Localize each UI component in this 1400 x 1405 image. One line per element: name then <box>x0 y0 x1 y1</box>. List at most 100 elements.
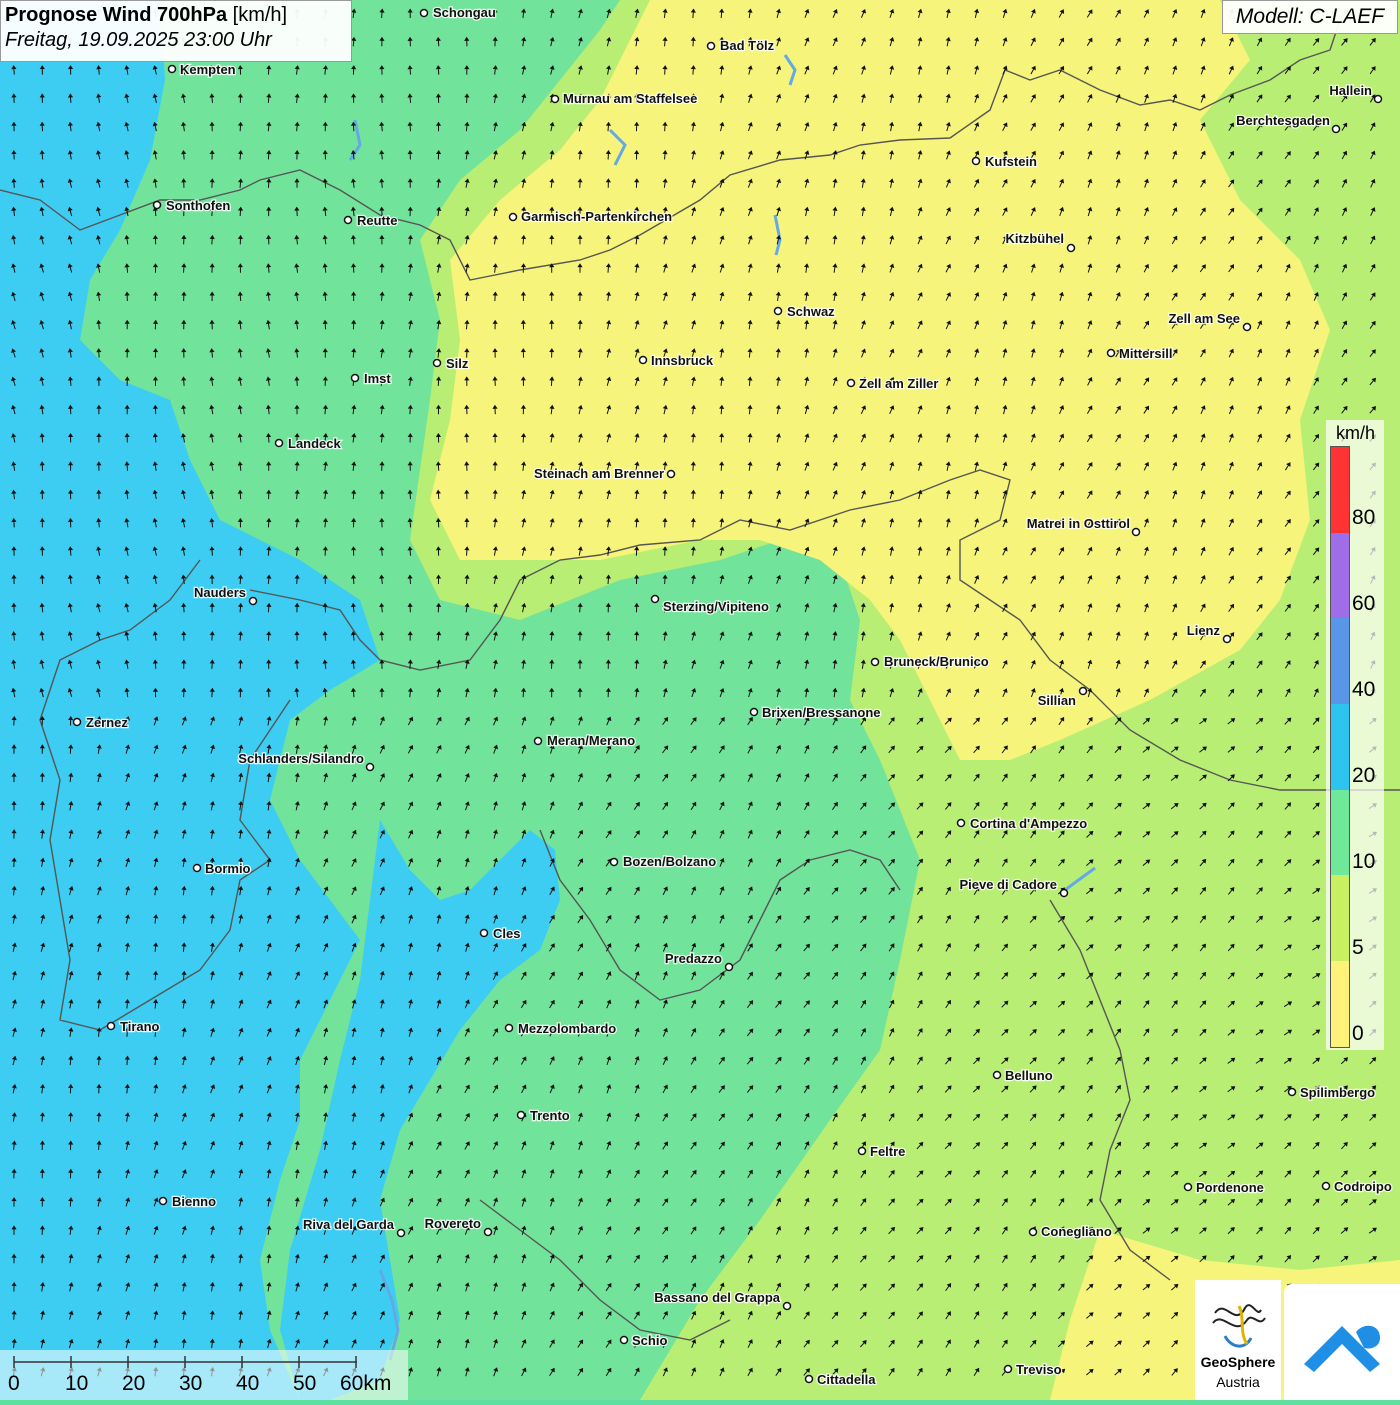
scale-label: 60km <box>340 1372 391 1396</box>
legend-color-bar <box>1330 446 1350 1048</box>
city-marker: Zell am Ziller <box>848 376 939 391</box>
city-label: Meran/Merano <box>547 733 635 748</box>
legend-tick-label: 20 <box>1352 764 1375 788</box>
city-marker: Bruneck/Brunico <box>872 654 989 669</box>
city-label: Berchtesgaden <box>1236 113 1330 128</box>
city-label: Rovereto <box>425 1216 481 1231</box>
city-dot <box>1289 1089 1296 1096</box>
city-dot <box>352 375 359 382</box>
city-dot <box>74 719 81 726</box>
city-dot <box>485 1229 492 1236</box>
city-marker: Innsbruck <box>640 353 714 368</box>
city-dot <box>434 360 441 367</box>
city-label: Pieve di Cadore <box>959 877 1057 892</box>
city-label: Bormio <box>205 861 251 876</box>
city-label: Bienno <box>172 1194 216 1209</box>
city-label: Riva del Garda <box>303 1217 395 1232</box>
city-dot <box>154 202 161 209</box>
city-label: Mezzolombardo <box>518 1021 616 1036</box>
city-label: Treviso <box>1016 1362 1062 1377</box>
city-label: Conegliano <box>1041 1224 1112 1239</box>
city-dot <box>1333 126 1340 133</box>
wind-map[interactable]: Schongau Kempten Bad Tölz Murnau am Staffel… <box>0 0 1400 1400</box>
city-label: Schlanders/Silandro <box>238 751 364 766</box>
city-label: Predazzo <box>665 951 722 966</box>
scale-bar: 0102030405060km <box>0 1350 408 1400</box>
city-label: Codroipo <box>1334 1179 1392 1194</box>
city-marker: Cittadella <box>806 1372 877 1387</box>
city-label: Feltre <box>870 1144 905 1159</box>
city-label: Schwaz <box>787 304 835 319</box>
city-dot <box>784 1303 791 1310</box>
forecast-datetime: Freitag, 19.09.2025 23:00 Uhr <box>5 29 347 52</box>
city-label: Landeck <box>288 436 342 451</box>
city-label: Schongau <box>433 5 496 20</box>
city-dot <box>1323 1183 1330 1190</box>
city-dot <box>108 1023 115 1030</box>
geosphere-logo[interactable]: GeoSphere Austria <box>1195 1280 1281 1400</box>
city-label: Trento <box>530 1108 570 1123</box>
city-label: Imst <box>364 371 391 386</box>
city-dot <box>708 43 715 50</box>
city-marker: Murnau am Staffelsee <box>552 91 698 106</box>
city-marker: Steinach am Brenner <box>534 466 675 481</box>
city-dot <box>611 859 618 866</box>
city-label: Kempten <box>180 62 236 77</box>
city-label: Bassano del Grappa <box>654 1290 780 1305</box>
city-dot <box>668 471 675 478</box>
city-dot <box>345 217 352 224</box>
scale-label: 10 <box>65 1372 88 1396</box>
city-marker: Spilimbergo <box>1289 1085 1376 1100</box>
city-dot <box>751 709 758 716</box>
city-label: Sonthofen <box>166 198 230 213</box>
city-dot <box>1185 1184 1192 1191</box>
city-dot <box>621 1337 628 1344</box>
legend-unit: km/h <box>1336 423 1375 444</box>
city-marker: Bozen/Bolzano <box>611 854 717 869</box>
legend-swatch <box>1331 961 1349 1047</box>
city-dot <box>1030 1229 1037 1236</box>
city-marker: Sterzing/Vipiteno <box>652 596 769 615</box>
city-dot <box>775 308 782 315</box>
scale-label: 50 <box>293 1372 316 1396</box>
city-marker: Brixen/Bressanone <box>751 705 881 720</box>
city-marker: Pordenone <box>1185 1180 1264 1195</box>
city-dot <box>859 1148 866 1155</box>
legend-tick-label: 0 <box>1352 1022 1364 1046</box>
city-dot <box>194 865 201 872</box>
logo-text-geosphere: GeoSphere <box>1195 1354 1281 1370</box>
city-label: Cles <box>493 926 520 941</box>
legend-tick-label: 5 <box>1352 936 1364 960</box>
city-marker: Cortina d'Ampezzo <box>958 816 1088 831</box>
legend-swatch <box>1331 447 1349 533</box>
app-logo-icon <box>1284 1284 1400 1400</box>
title-box: Prognose Wind 700hPa [km/h] Freitag, 19.… <box>0 0 352 62</box>
legend-swatch <box>1331 790 1349 876</box>
city-dot <box>1061 890 1068 897</box>
city-dot <box>1080 688 1087 695</box>
city-label: Bruneck/Brunico <box>884 654 989 669</box>
city-marker: Mezzolombardo <box>506 1021 617 1036</box>
city-label: Sterzing/Vipiteno <box>663 599 769 614</box>
city-label: Zernez <box>86 715 128 730</box>
city-label: Sillian <box>1038 693 1076 708</box>
title: Prognose Wind 700hPa [km/h] <box>5 4 347 27</box>
city-dot <box>535 738 542 745</box>
city-label: Matrei in Osttirol <box>1027 516 1130 531</box>
city-dot <box>973 158 980 165</box>
city-label: Bad Tölz <box>720 38 775 53</box>
city-marker: Sonthofen <box>154 198 231 213</box>
city-dot <box>652 596 659 603</box>
legend-swatch <box>1331 875 1349 961</box>
city-label: Murnau am Staffelsee <box>563 91 697 106</box>
city-dot <box>726 964 733 971</box>
city-label: Cittadella <box>817 1372 876 1387</box>
city-label: Tirano <box>120 1019 160 1034</box>
logo-text-austria: Austria <box>1195 1374 1281 1390</box>
city-label: Cortina d'Ampezzo <box>970 816 1087 831</box>
city-label: Lienz <box>1187 623 1221 638</box>
city-dot <box>872 659 879 666</box>
legend-swatch <box>1331 533 1349 619</box>
city-label: Kufstein <box>985 154 1037 169</box>
app-logo[interactable] <box>1284 1284 1400 1400</box>
